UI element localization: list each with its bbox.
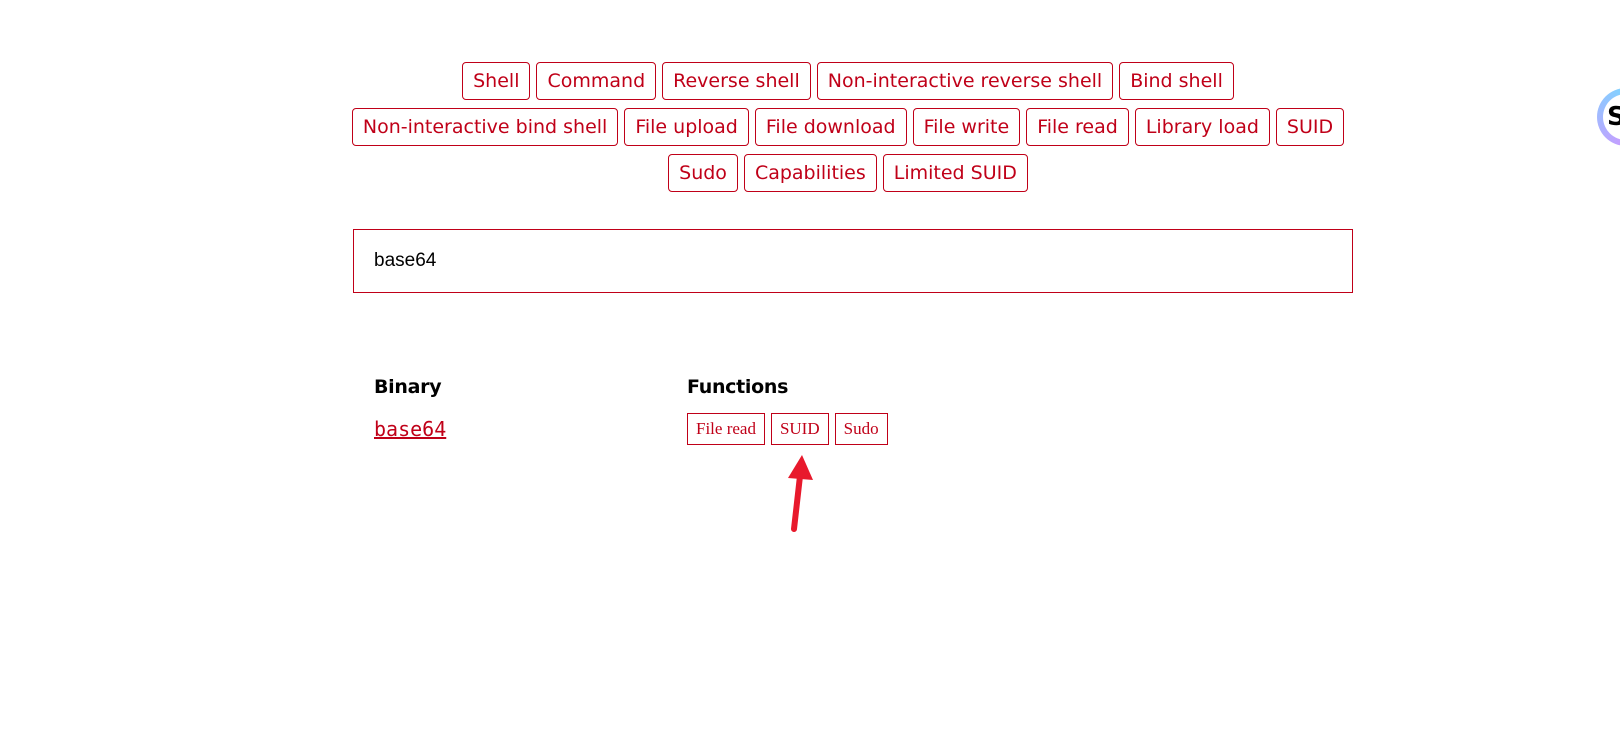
filter-library-load[interactable]: Library load (1134, 108, 1270, 146)
function-filter-bar: Shell Command Reverse shell Non-interact… (340, 62, 1356, 192)
filter-file-write[interactable]: File write (912, 108, 1021, 146)
binary-link-base64[interactable]: base64 (374, 417, 446, 441)
search-input[interactable] (353, 229, 1353, 293)
filter-capabilities[interactable]: Capabilities (743, 154, 877, 192)
function-tag-sudo[interactable]: Sudo (834, 413, 888, 445)
filter-suid[interactable]: SUID (1275, 108, 1345, 146)
filter-file-download[interactable]: File download (754, 108, 907, 146)
filter-shell[interactable]: Shell (462, 62, 531, 100)
filter-file-upload[interactable]: File upload (624, 108, 749, 146)
filter-sudo[interactable]: Sudo (668, 154, 738, 192)
filter-non-interactive-bind-shell[interactable]: Non-interactive bind shell (351, 108, 619, 146)
filter-non-interactive-reverse-shell[interactable]: Non-interactive reverse shell (816, 62, 1114, 100)
filter-file-read[interactable]: File read (1026, 108, 1129, 146)
function-tags: File read SUID Sudo (687, 413, 888, 445)
annotation-arrow-icon (788, 455, 813, 532)
functions-column-header: Functions (687, 376, 789, 398)
filter-command[interactable]: Command (536, 62, 657, 100)
filter-limited-suid[interactable]: Limited SUID (882, 154, 1028, 192)
binary-column-header: Binary (374, 376, 442, 398)
function-tag-suid[interactable]: SUID (770, 413, 829, 445)
assistant-widget-icon[interactable]: S (1597, 88, 1620, 146)
filter-bind-shell[interactable]: Bind shell (1119, 62, 1234, 100)
filter-reverse-shell[interactable]: Reverse shell (662, 62, 811, 100)
function-tag-file-read[interactable]: File read (687, 413, 765, 445)
